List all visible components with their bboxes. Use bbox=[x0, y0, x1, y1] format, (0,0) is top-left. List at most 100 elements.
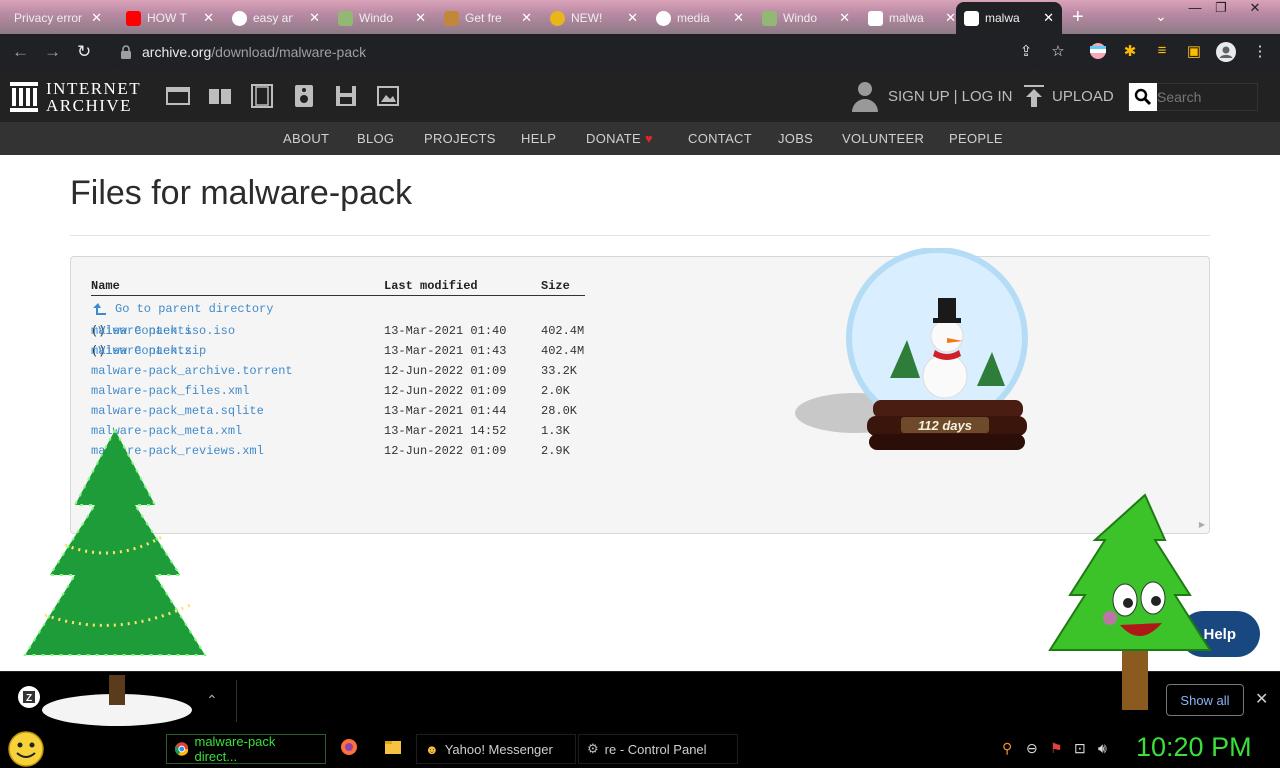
file-link[interactable]: malware-pack_files.xml bbox=[91, 384, 249, 398]
network-icon[interactable]: ⊡ bbox=[1074, 740, 1086, 757]
browser-tab[interactable]: easy an ✕ bbox=[224, 2, 328, 34]
column-modified[interactable]: Last modified bbox=[384, 279, 478, 293]
browser-tab[interactable]: NEW! ✕ bbox=[542, 2, 646, 34]
nav-contact[interactable]: CONTACT bbox=[688, 131, 752, 146]
new-tab-button[interactable]: + bbox=[1072, 6, 1084, 29]
nav-people[interactable]: PEOPLE bbox=[949, 131, 1003, 146]
taskbar-item-label: re - Control Panel bbox=[604, 741, 707, 757]
reload-button[interactable]: ↻ bbox=[77, 42, 91, 62]
close-icon[interactable]: ✕ bbox=[945, 10, 956, 26]
search-icon[interactable] bbox=[1129, 83, 1157, 111]
flag-icon[interactable]: ⚑ bbox=[1050, 740, 1063, 757]
search-box[interactable] bbox=[1128, 83, 1258, 111]
divider bbox=[70, 235, 1210, 236]
column-size[interactable]: Size bbox=[541, 279, 570, 293]
close-icon[interactable]: ✕ bbox=[1255, 689, 1268, 709]
nav-projects[interactable]: PROJECTS bbox=[424, 131, 496, 146]
minus-circle-icon[interactable]: ⊖ bbox=[1026, 740, 1038, 757]
profile-avatar-icon[interactable] bbox=[1216, 42, 1236, 62]
side-panel-icon[interactable]: ▣ bbox=[1184, 42, 1204, 62]
images-icon[interactable] bbox=[376, 84, 400, 108]
close-icon[interactable]: ✕ bbox=[309, 10, 320, 26]
signup-login-link[interactable]: SIGN UP | LOG IN bbox=[852, 80, 1012, 112]
taskbar-item-control-panel[interactable]: ⚙ re - Control Panel bbox=[578, 734, 738, 764]
lock-icon bbox=[121, 45, 131, 59]
chevron-down-icon[interactable]: ⌄ bbox=[1155, 8, 1167, 25]
reading-list-icon[interactable]: ≡ bbox=[1152, 42, 1172, 62]
upload-link[interactable]: UPLOAD bbox=[1024, 80, 1114, 112]
browser-tab[interactable]: Get fre ✕ bbox=[436, 2, 540, 34]
smiley-start-icon[interactable] bbox=[6, 730, 48, 768]
snowglobe-countdown-widget[interactable]: 112 days bbox=[795, 248, 1035, 458]
firefox-icon[interactable] bbox=[340, 738, 358, 761]
browser-tab[interactable]: Windo ✕ bbox=[330, 2, 434, 34]
ia-logo[interactable]: INTERNET ARCHIVE bbox=[10, 80, 141, 114]
snowman-body bbox=[922, 353, 968, 399]
modified-cell: 12-Jun-2022 01:09 bbox=[384, 444, 507, 458]
archive-icon bbox=[868, 10, 883, 26]
close-icon[interactable]: ✕ bbox=[415, 10, 426, 26]
parent-directory-link[interactable]: Go to parent directory bbox=[91, 302, 273, 316]
forward-button[interactable]: → bbox=[44, 42, 61, 62]
view-contents-link[interactable]: View Contents bbox=[98, 324, 192, 338]
modified-cell: 12-Jun-2022 01:09 bbox=[384, 384, 507, 398]
search-icon[interactable]: ⚲ bbox=[1002, 740, 1012, 757]
youtube-icon bbox=[126, 10, 141, 26]
browser-tab-active[interactable]: malwa ✕ bbox=[956, 2, 1062, 34]
tree-body bbox=[25, 430, 205, 655]
close-icon[interactable]: ✕ bbox=[1043, 10, 1054, 26]
globe-base-top bbox=[873, 400, 1023, 418]
signup-login-label: SIGN UP | LOG IN bbox=[888, 87, 1013, 105]
kebab-menu-icon[interactable]: ⋮ bbox=[1250, 42, 1270, 62]
share-icon[interactable]: ⇪ bbox=[1016, 42, 1036, 62]
volume-icon[interactable]: 🔊︎ bbox=[1098, 740, 1107, 757]
browser-tab[interactable]: media ✕ bbox=[648, 2, 752, 34]
taskbar-item-yahoo-messenger[interactable]: ☻ Yahoo! Messenger bbox=[416, 734, 576, 764]
address-bar[interactable]: archive.org/download/malware-pack bbox=[106, 38, 1048, 66]
file-link[interactable]: malware-pack_archive.torrent bbox=[91, 364, 293, 378]
ia-wordmark-line2: ARCHIVE bbox=[46, 96, 133, 115]
close-icon[interactable]: ✕ bbox=[203, 10, 214, 26]
nav-volunteer[interactable]: VOLUNTEER bbox=[842, 131, 924, 146]
close-icon[interactable]: ✕ bbox=[839, 10, 850, 26]
audio-icon[interactable] bbox=[292, 84, 316, 108]
file-name-cell: malware pack iso.iso (View Contents) bbox=[91, 324, 236, 338]
nav-jobs[interactable]: JOBS bbox=[778, 131, 813, 146]
video-icon[interactable] bbox=[250, 84, 274, 108]
nav-about[interactable]: ABOUT bbox=[283, 131, 329, 146]
close-icon[interactable]: ✕ bbox=[521, 10, 532, 26]
browser-tab[interactable]: Windo ✕ bbox=[754, 2, 858, 34]
search-input[interactable] bbox=[1157, 89, 1253, 105]
file-link[interactable]: malware-pack_meta.sqlite bbox=[91, 404, 264, 418]
snowman-hat bbox=[938, 298, 956, 320]
extension-flag-icon[interactable] bbox=[1088, 42, 1108, 62]
modified-cell: 13-Mar-2021 01:44 bbox=[384, 404, 507, 418]
control-panel-icon: ⚙ bbox=[587, 741, 599, 756]
modified-cell: 13-Mar-2021 01:43 bbox=[384, 344, 507, 358]
taskbar-item-chrome[interactable]: malware-pack direct... bbox=[166, 734, 326, 764]
view-contents-link[interactable]: View Contents bbox=[98, 344, 192, 358]
file-explorer-icon[interactable] bbox=[384, 738, 402, 761]
browser-tab[interactable]: HOW T ✕ bbox=[118, 2, 222, 34]
taskbar-clock[interactable]: 10:20 PM bbox=[1136, 732, 1252, 763]
nav-help[interactable]: HELP bbox=[521, 131, 556, 146]
software-icon[interactable] bbox=[334, 84, 358, 108]
minimize-button[interactable]: — bbox=[1182, 0, 1208, 15]
nav-blog[interactable]: BLOG bbox=[357, 131, 394, 146]
web-icon[interactable] bbox=[166, 84, 190, 108]
window-close-button[interactable]: ✕ bbox=[1242, 0, 1268, 16]
close-icon[interactable]: ✕ bbox=[627, 10, 638, 26]
cartoon-pupil-right bbox=[1151, 596, 1161, 606]
column-name[interactable]: Name bbox=[91, 279, 120, 293]
close-icon[interactable]: ✕ bbox=[733, 10, 744, 26]
puzzle-extension-icon[interactable]: ✱ bbox=[1120, 42, 1140, 62]
tab-title: NEW! bbox=[571, 11, 603, 25]
bookmark-star-icon[interactable]: ☆ bbox=[1048, 42, 1068, 62]
back-button[interactable]: ← bbox=[12, 42, 29, 62]
browser-tab[interactable]: malwa ✕ bbox=[860, 2, 964, 34]
close-icon[interactable]: ✕ bbox=[91, 10, 102, 26]
nav-donate[interactable]: DONATE ♥ bbox=[586, 131, 653, 146]
texts-icon[interactable] bbox=[208, 84, 232, 108]
browser-tab[interactable]: Privacy error ✕ bbox=[6, 2, 110, 34]
restore-button[interactable]: ❐ bbox=[1208, 0, 1234, 16]
